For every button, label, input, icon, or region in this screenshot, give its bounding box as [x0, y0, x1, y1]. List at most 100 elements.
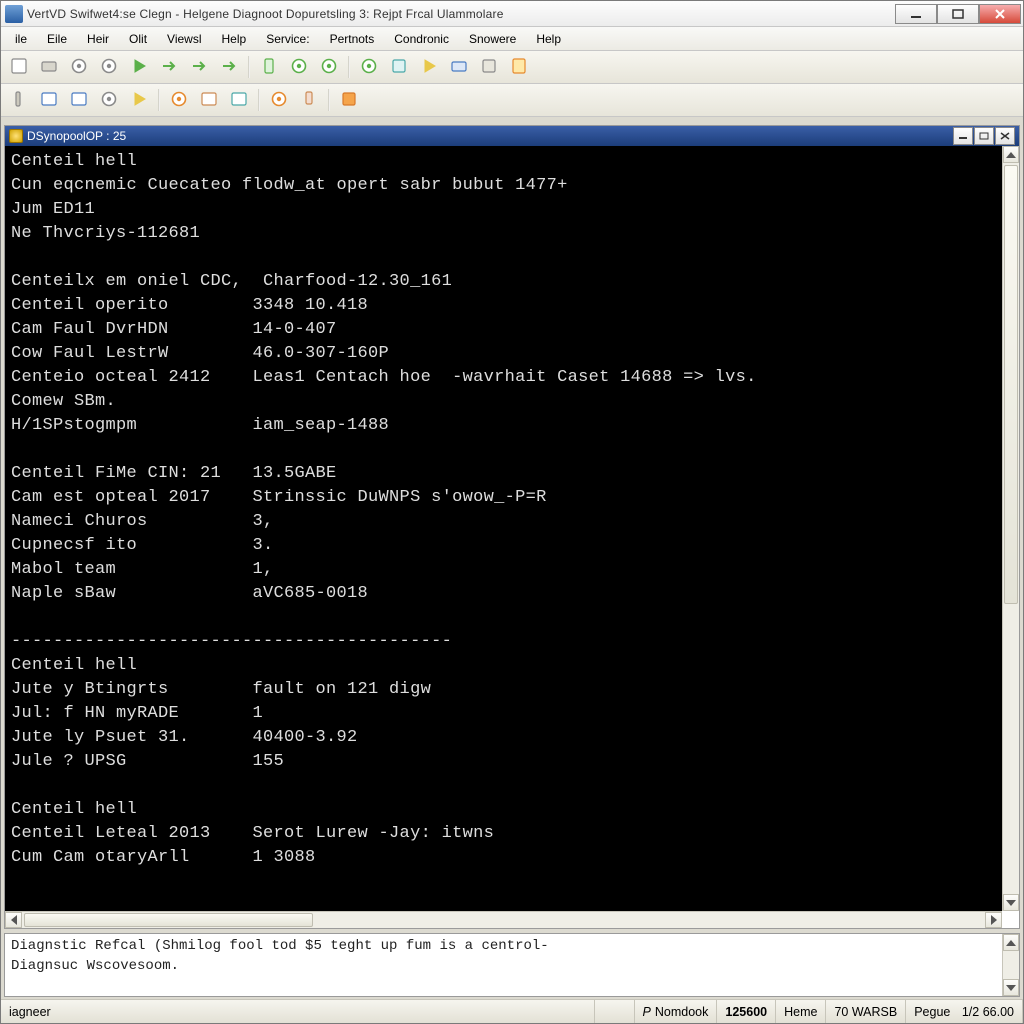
record-button[interactable] — [285, 53, 313, 81]
app-icon — [5, 5, 23, 23]
menu-ile[interactable]: ile — [5, 29, 37, 49]
window-button[interactable] — [35, 86, 63, 114]
target-icon — [100, 57, 118, 78]
status-format: 70 WARSB — [826, 1000, 906, 1023]
doc-close-button[interactable] — [995, 127, 1015, 145]
page-yellow-icon — [510, 57, 528, 78]
menu-service[interactable]: Service: — [256, 29, 319, 49]
menu-help[interactable]: Help — [526, 29, 571, 49]
maximize-button[interactable] — [937, 4, 979, 24]
handle-icon — [10, 90, 28, 111]
output-scroll-up-icon[interactable] — [1003, 934, 1019, 951]
menu-help[interactable]: Help — [212, 29, 257, 49]
stepin-button[interactable] — [185, 53, 213, 81]
menu-heir[interactable]: Heir — [77, 29, 119, 49]
hscroll-track[interactable] — [22, 912, 985, 928]
document-titlebar[interactable]: DSynopoolOP : 25 — [5, 126, 1019, 146]
zoom-button[interactable] — [95, 86, 123, 114]
history-button[interactable] — [65, 53, 93, 81]
toolbar-primary — [1, 51, 1023, 84]
status-page: Pegue 1/2 66.00 — [906, 1000, 1023, 1023]
stepin-icon — [190, 57, 208, 78]
photo-button[interactable] — [195, 86, 223, 114]
reload-button[interactable] — [315, 53, 343, 81]
toolbar-separator — [348, 56, 350, 78]
window3-button[interactable] — [225, 86, 253, 114]
new-file-button[interactable] — [5, 53, 33, 81]
menu-condronic[interactable]: Condronic — [384, 29, 459, 49]
stop-orange-button[interactable] — [335, 86, 363, 114]
stepout-button[interactable] — [215, 53, 243, 81]
stepover-button[interactable] — [155, 53, 183, 81]
menu-olit[interactable]: Olit — [119, 29, 157, 49]
window2-button[interactable] — [65, 86, 93, 114]
toolbar-secondary — [1, 84, 1023, 117]
window-icon — [40, 90, 58, 111]
bolt-button[interactable] — [415, 53, 443, 81]
credit-icon — [450, 57, 468, 78]
scroll-right-icon[interactable] — [985, 912, 1002, 928]
mic-button[interactable] — [295, 86, 323, 114]
badge-button[interactable] — [385, 53, 413, 81]
credit-button[interactable] — [445, 53, 473, 81]
toolbar-separator — [158, 89, 160, 111]
handle-button[interactable] — [5, 86, 33, 114]
document-icon — [9, 129, 23, 143]
bolt-icon — [420, 57, 438, 78]
menu-eile[interactable]: Eile — [37, 29, 77, 49]
window3-icon — [230, 90, 248, 111]
key-button[interactable] — [165, 86, 193, 114]
window-controls — [895, 4, 1021, 24]
output-scrollbar[interactable] — [1002, 934, 1019, 996]
menu-pertnots[interactable]: Pertnots — [320, 29, 385, 49]
play-button[interactable] — [125, 53, 153, 81]
key2-button[interactable] — [265, 86, 293, 114]
minimize-button[interactable] — [895, 4, 937, 24]
status-left: iagneer — [1, 1000, 595, 1023]
menu-snowere[interactable]: Snowere — [459, 29, 526, 49]
horizontal-scrollbar[interactable] — [5, 911, 1002, 928]
page-yellow-button[interactable] — [505, 53, 533, 81]
output-pane: Diagnstic Refcal (Shmilog fool tod $5 te… — [4, 933, 1020, 997]
mode-label: Nomdook — [655, 1005, 709, 1019]
scroll-up-icon[interactable] — [1003, 146, 1019, 163]
console-document: DSynopoolOP : 25 Centeil hell Cun eqcnem… — [4, 125, 1020, 929]
pencil-button[interactable] — [125, 86, 153, 114]
toolbar-separator — [258, 89, 260, 111]
phone-button[interactable] — [255, 53, 283, 81]
status-mode: P Nomdook — [635, 1000, 718, 1023]
menu-bar: ileEileHeirOlitViewslHelpService:Pertnot… — [1, 27, 1023, 51]
doc-minimize-button[interactable] — [953, 127, 973, 145]
vertical-scrollbar[interactable] — [1002, 146, 1019, 911]
record-icon — [290, 57, 308, 78]
wrench-button[interactable] — [475, 53, 503, 81]
menu-viewsl[interactable]: Viewsl — [157, 29, 211, 49]
target-button[interactable] — [95, 53, 123, 81]
scroll-thumb[interactable] — [1004, 165, 1018, 604]
scroll-track[interactable] — [1003, 163, 1019, 894]
output-text: Diagnstic Refcal (Shmilog fool tod $5 te… — [5, 934, 1002, 996]
stepout-icon — [220, 57, 238, 78]
badge-icon — [390, 57, 408, 78]
document-title: DSynopoolOP : 25 — [27, 129, 126, 143]
hscroll-thumb[interactable] — [24, 913, 313, 927]
app-window: VertVD Swifwet4:se Clegn - Helgene Diagn… — [0, 0, 1024, 1024]
scroll-down-icon[interactable] — [1003, 894, 1019, 911]
disk-stack-button[interactable] — [35, 53, 63, 81]
doc-restore-button[interactable] — [974, 127, 994, 145]
output-scroll-down-icon[interactable] — [1003, 979, 1019, 996]
title-bar: VertVD Swifwet4:se Clegn - Helgene Diagn… — [1, 1, 1023, 27]
gear-green-button[interactable] — [355, 53, 383, 81]
phone-icon — [260, 57, 278, 78]
key2-icon — [270, 90, 288, 111]
pencil-icon — [130, 90, 148, 111]
window-title: VertVD Swifwet4:se Clegn - Helgene Diagn… — [27, 7, 895, 21]
close-button[interactable] — [979, 4, 1021, 24]
play-icon — [130, 57, 148, 78]
new-file-icon — [10, 57, 28, 78]
wrench-icon — [480, 57, 498, 78]
console-output: Centeil hell Cun eqcnemic Cuecateo flodw… — [5, 146, 1002, 911]
status-bar: iagneer P Nomdook 125600 Heme 70 WARSB P… — [1, 999, 1023, 1023]
history-icon — [70, 57, 88, 78]
scroll-left-icon[interactable] — [5, 912, 22, 928]
